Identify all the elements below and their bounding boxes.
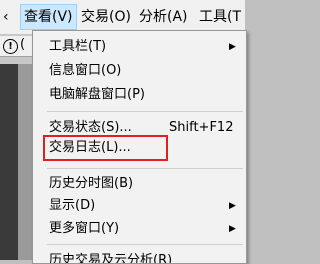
menu-trade[interactable]: 交易(O) bbox=[78, 4, 134, 30]
submenu-arrow-icon: ▶ bbox=[229, 42, 236, 52]
menu-item-history-trade-cloud[interactable]: 历史交易及云分析(R) bbox=[33, 249, 244, 263]
submenu-arrow-icon: ▶ bbox=[229, 224, 236, 234]
menu-item-label: 工具栏(T) bbox=[49, 39, 107, 54]
menu-item-label: 历史交易及云分析(R) bbox=[49, 253, 173, 263]
menu-separator bbox=[47, 111, 243, 112]
side-panel bbox=[18, 64, 32, 260]
menu-item-display[interactable]: 显示(D) ▶ bbox=[33, 194, 244, 218]
menu-separator bbox=[47, 168, 243, 169]
menu-item-label: 显示(D) bbox=[49, 198, 96, 213]
menu-item-info-window[interactable]: 信息窗口(O) bbox=[33, 59, 244, 83]
menu-item-prev[interactable]: ‹ bbox=[0, 4, 12, 30]
submenu-arrow-icon: ▶ bbox=[229, 201, 236, 211]
menu-analysis[interactable]: 分析(A) bbox=[136, 4, 191, 30]
menu-item-toolbar[interactable]: 工具栏(T) ▶ bbox=[33, 35, 244, 59]
menu-item-pc-analysis-window[interactable]: 电脑解盘窗口(P) bbox=[33, 83, 244, 107]
toolbar-fragment: ( bbox=[20, 37, 26, 52]
menu-separator bbox=[47, 244, 243, 245]
menu-item-label: 历史分时图(B) bbox=[49, 176, 134, 191]
alert-icon[interactable]: ! bbox=[3, 39, 18, 54]
menu-view[interactable]: 查看(V) bbox=[20, 4, 77, 30]
highlight-annotation bbox=[43, 135, 168, 161]
menu-item-history-timeshare[interactable]: 历史分时图(B) bbox=[33, 172, 244, 196]
view-dropdown-menu: 工具栏(T) ▶ 信息窗口(O) 电脑解盘窗口(P) 交易状态(S)... Sh… bbox=[32, 30, 247, 264]
menu-item-more-windows[interactable]: 更多窗口(Y) ▶ bbox=[33, 217, 244, 241]
menu-item-label: 信息窗口(O) bbox=[49, 63, 122, 78]
menu-item-label: 更多窗口(Y) bbox=[49, 221, 120, 236]
menu-tools[interactable]: 工具(T bbox=[196, 4, 244, 30]
chart-panel bbox=[0, 64, 18, 260]
menu-item-label: 电脑解盘窗口(P) bbox=[49, 87, 145, 102]
